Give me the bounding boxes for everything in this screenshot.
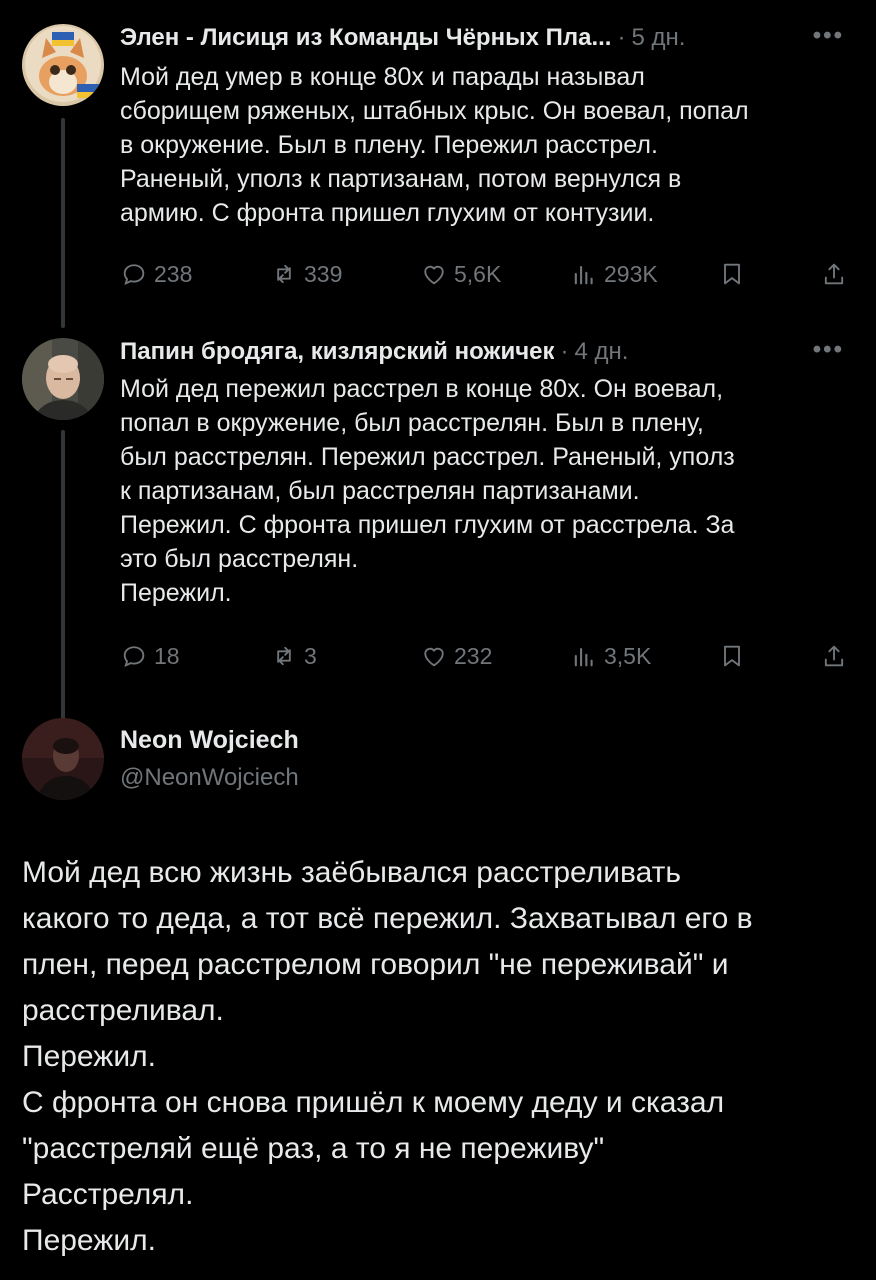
tweet-text-line: Раненый, уполз к партизанам, потом верну… xyxy=(120,165,682,193)
like-icon xyxy=(424,265,444,285)
tweet-text-line: "расстреляй ещё раз, а то я не переживу" xyxy=(22,1132,605,1165)
avatar-man[interactable] xyxy=(22,338,104,420)
reply-tweet-1[interactable]: Элен - Лисиця из Команды Чёрных Пла... ·… xyxy=(0,0,876,328)
tweet-text-line: Мой дед пережил расстрел в конце 80х. Он… xyxy=(120,375,724,403)
share-button[interactable] xyxy=(820,642,854,670)
bookmark-icon xyxy=(724,263,740,285)
tweet-text-line: Пережил. xyxy=(22,1040,156,1073)
repost-icon xyxy=(277,646,291,666)
tweet-text-line: Пережил. xyxy=(120,579,232,607)
like-icon xyxy=(424,647,444,667)
views-icon xyxy=(574,647,593,667)
thread-line xyxy=(61,118,65,328)
bookmark-button[interactable] xyxy=(718,642,752,670)
tweet-text-line: армию. С фронта пришел глухим от контузи… xyxy=(120,199,655,227)
separator-dot: · xyxy=(560,338,569,365)
author-name[interactable]: Neon Wojciech xyxy=(120,726,299,755)
repost-button[interactable]: 339 xyxy=(270,260,342,288)
like-count: 5,6K xyxy=(454,260,502,287)
tweet-text-line: это был расстрелян. xyxy=(120,545,359,573)
like-count: 232 xyxy=(454,642,493,669)
more-options-button[interactable]: ••• xyxy=(813,336,844,364)
timestamp[interactable]: 5 дн. xyxy=(631,24,685,52)
views-icon xyxy=(574,265,593,285)
views-count: 293K xyxy=(604,260,658,287)
tweet-text-line: сборищем ряженых, штабных крыс. Он воева… xyxy=(120,97,749,125)
views-count: 3,5K xyxy=(604,642,652,669)
tweet-text-line: плен, перед расстрелом говорил "не переж… xyxy=(22,948,729,981)
reply-tweet-2[interactable]: Папин бродяга, кизлярский ножичек · 4 дн… xyxy=(0,320,876,720)
avatar-cat-image xyxy=(22,24,104,106)
avatar-neon[interactable] xyxy=(22,718,104,800)
repost-icon xyxy=(277,264,291,284)
reply-icon xyxy=(123,264,145,286)
timestamp[interactable]: 4 дн. xyxy=(574,338,628,366)
share-icon xyxy=(824,645,844,667)
tweet-text-line: Пережил. С фронта пришел глухим от расст… xyxy=(120,511,735,539)
tweet-text-line: был расстрелян. Пережил расстрел. Ранены… xyxy=(120,443,735,471)
reply-button[interactable]: 18 xyxy=(120,642,180,670)
avatar-neon-image xyxy=(22,718,104,800)
author-name[interactable]: Папин бродяга, кизлярский ножичек xyxy=(120,338,554,366)
repost-button[interactable]: 3 xyxy=(270,642,317,670)
author-name[interactable]: Элен - Лисиця из Команды Чёрных Пла... xyxy=(120,24,611,52)
author-handle[interactable]: @NeonWojciech xyxy=(120,764,299,792)
tweet-header: Папин бродяга, кизлярский ножичек · 4 дн… xyxy=(120,336,858,368)
tweet-text: Мой дед пережил расстрел в конце 80х. Он… xyxy=(120,372,860,610)
more-options-button[interactable]: ••• xyxy=(813,22,844,50)
bookmark-icon xyxy=(724,645,740,667)
reply-count: 238 xyxy=(154,260,193,287)
like-button[interactable]: 5,6K xyxy=(420,260,501,288)
reply-button[interactable]: 238 xyxy=(120,260,192,288)
reply-count: 18 xyxy=(154,642,180,669)
tweet-text-line: Мой дед умер в конце 80х и парады называ… xyxy=(120,63,645,91)
separator-dot: · xyxy=(617,24,626,51)
tweet-text-line: расстреливал. xyxy=(22,994,224,1027)
tweet-text-line: в окружение. Был в плену. Пережил расстр… xyxy=(120,131,658,159)
tweet-text-line: Мой дед всю жизнь заёбывался расстрелива… xyxy=(22,856,682,889)
share-button[interactable] xyxy=(820,260,854,288)
tweet-text-line: Пережил. xyxy=(22,1224,156,1257)
reply-icon xyxy=(123,646,145,668)
share-icon xyxy=(824,263,844,285)
action-bar: 18 3 232 3,5K xyxy=(120,642,860,672)
bookmark-button[interactable] xyxy=(718,260,752,288)
avatar-man-image xyxy=(22,338,104,420)
thread-line xyxy=(61,430,65,720)
tweet-text-line: к партизанам, был расстрелян партизанами… xyxy=(120,477,640,505)
repost-count: 3 xyxy=(304,642,317,669)
action-bar: 238 339 5,6K 293K xyxy=(120,260,860,290)
avatar-cat[interactable] xyxy=(22,24,104,106)
views-button[interactable]: 3,5K xyxy=(570,642,651,670)
tweet-text: Мой дед всю жизнь заёбывался расстрелива… xyxy=(22,850,862,1264)
tweet-text-line: С фронта он снова пришёл к моему деду и … xyxy=(22,1086,725,1119)
tweet-text-line: какого то деда, а тот всё пережил. Захва… xyxy=(22,902,753,935)
tweet-text-line: попал в окружение, был расстрелян. Был в… xyxy=(120,409,704,437)
repost-count: 339 xyxy=(304,260,343,287)
tweet-text-line: Расстрелял. xyxy=(22,1178,194,1211)
like-button[interactable]: 232 xyxy=(420,642,492,670)
main-tweet: Neon Wojciech @NeonWojciech Мой дед всю … xyxy=(0,712,876,1280)
tweet-header: Элен - Лисиця из Команды Чёрных Пла... ·… xyxy=(120,22,858,54)
views-button[interactable]: 293K xyxy=(570,260,658,288)
tweet-text: Мой дед умер в конце 80х и парады называ… xyxy=(120,60,860,230)
